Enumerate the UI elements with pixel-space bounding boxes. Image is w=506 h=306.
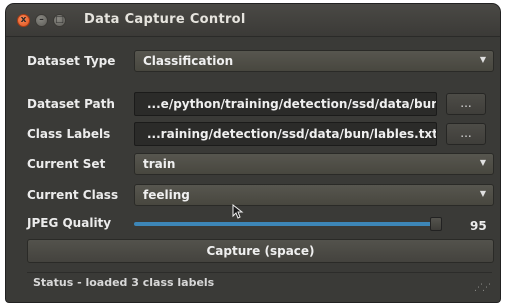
- current-set-select[interactable]: train ▼: [134, 153, 494, 175]
- class-labels-field[interactable]: ...raining/detection/ssd/data/bun/lables…: [134, 122, 437, 146]
- status-text: Status - loaded 3 class labels: [33, 276, 215, 289]
- dataset-path-label: Dataset Path: [27, 97, 115, 111]
- jpeg-quality-value: 95: [470, 219, 487, 233]
- mouse-pointer-icon: [232, 204, 244, 219]
- minimize-icon: –: [39, 15, 44, 25]
- jpeg-quality-label: JPEG Quality: [27, 216, 112, 230]
- class-labels-label: Class Labels: [27, 127, 111, 141]
- jpeg-quality-slider-track[interactable]: [134, 222, 441, 226]
- chevron-down-icon: ▼: [479, 158, 486, 167]
- dataset-type-label: Dataset Type: [27, 54, 116, 68]
- maximize-button[interactable]: □: [53, 14, 66, 27]
- current-class-value: feeling: [143, 188, 190, 202]
- class-labels-value: ...raining/detection/ssd/data/bun/lables…: [147, 127, 437, 141]
- dataset-type-select[interactable]: Classification ▼: [134, 50, 494, 72]
- dataset-path-browse-button[interactable]: ...: [446, 93, 486, 115]
- current-class-select[interactable]: feeling ▼: [134, 184, 494, 206]
- resize-grip-icon[interactable]: ⋰⋰: [474, 283, 491, 293]
- dataset-path-value: ...e/python/training/detection/ssd/data/…: [147, 97, 437, 111]
- class-labels-browse-button[interactable]: ...: [446, 123, 486, 145]
- title-bar: x – □ Data Capture Control: [6, 4, 500, 37]
- close-button[interactable]: x: [17, 14, 30, 27]
- current-class-label: Current Class: [27, 188, 119, 202]
- current-set-value: train: [143, 157, 176, 171]
- dataset-path-field[interactable]: ...e/python/training/detection/ssd/data/…: [134, 92, 437, 116]
- current-set-label: Current Set: [27, 157, 106, 171]
- close-icon: x: [20, 15, 27, 25]
- jpeg-quality-slider-handle[interactable]: [430, 217, 442, 231]
- chevron-down-icon: ▼: [479, 55, 486, 64]
- status-bar: Status - loaded 3 class labels ⋰⋰: [27, 272, 492, 293]
- dataset-type-value: Classification: [143, 54, 234, 68]
- app-window: x – □ Data Capture Control Dataset Type …: [6, 4, 500, 302]
- chevron-down-icon: ▼: [479, 189, 486, 198]
- maximize-icon: □: [55, 15, 64, 25]
- capture-button[interactable]: Capture (space): [27, 239, 494, 263]
- window-title: Data Capture Control: [84, 12, 246, 27]
- minimize-button[interactable]: –: [35, 14, 48, 27]
